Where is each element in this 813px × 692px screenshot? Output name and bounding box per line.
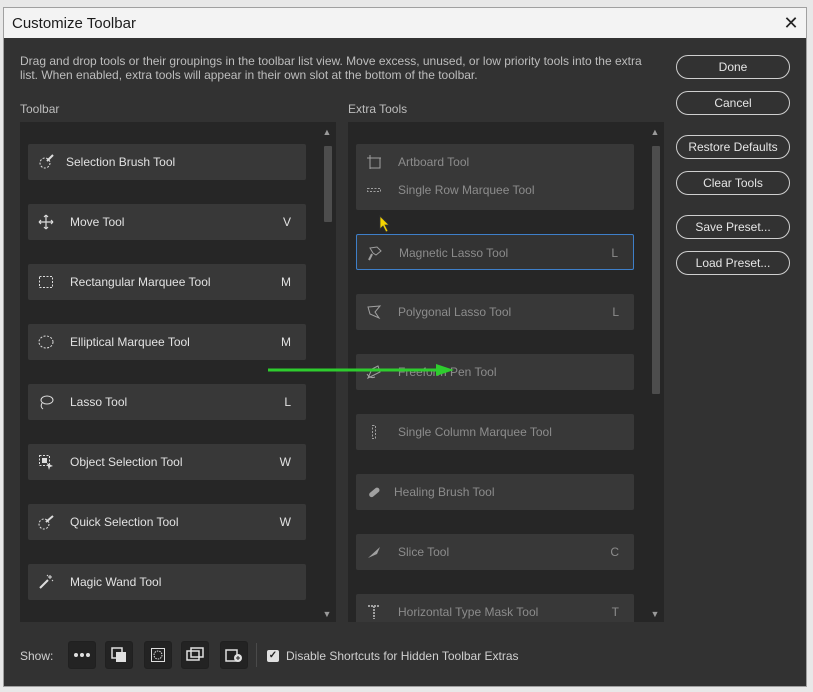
disable-shortcuts-label: Disable Shortcuts for Hidden Toolbar Ext… bbox=[286, 649, 519, 663]
healing-brush-icon bbox=[366, 484, 382, 500]
tool-label: Artboard Tool bbox=[398, 155, 470, 169]
shortcut-key: L bbox=[611, 246, 618, 260]
magnetic-lasso-icon bbox=[367, 245, 383, 261]
object-selection-icon bbox=[38, 454, 54, 470]
tool-label: Rectangular Marquee Tool bbox=[70, 275, 211, 289]
foreground-background-icon[interactable] bbox=[105, 641, 133, 669]
tool-label: Object Selection Tool bbox=[70, 455, 183, 469]
toolbar-item-move[interactable]: Move Tool V bbox=[28, 204, 306, 240]
extra-tools-heading: Extra Tools bbox=[348, 102, 408, 116]
artboard-icon bbox=[366, 154, 382, 170]
scroll-thumb[interactable] bbox=[652, 146, 660, 394]
lasso-icon bbox=[38, 394, 54, 410]
selection-brush-icon bbox=[38, 154, 54, 170]
extra-tool-group[interactable]: Artboard Tool Single Row Marquee Tool bbox=[356, 144, 634, 210]
toolbar-item-quick-selection[interactable]: Quick Selection Tool W bbox=[28, 504, 306, 540]
extra-list-scrollbar[interactable]: ▲ ▼ bbox=[649, 124, 661, 620]
extra-tool-slice[interactable]: Slice Tool C bbox=[356, 534, 634, 570]
tool-label: Elliptical Marquee Tool bbox=[70, 335, 190, 349]
extra-tool-horizontal-type-mask[interactable]: Horizontal Type Mask Tool T bbox=[356, 594, 634, 622]
mouse-cursor-icon bbox=[379, 215, 390, 233]
customize-toolbar-dialog: Customize Toolbar ✕ Drag and drop tools … bbox=[3, 7, 807, 687]
toolbar-item-magic-wand[interactable]: Magic Wand Tool bbox=[28, 564, 306, 600]
disable-shortcuts-checkbox[interactable]: ✓ bbox=[267, 650, 279, 662]
shortcut-key: M bbox=[281, 275, 291, 289]
tool-label: Quick Selection Tool bbox=[70, 515, 179, 529]
tool-label: Healing Brush Tool bbox=[394, 485, 495, 499]
tool-label: Magic Wand Tool bbox=[70, 575, 162, 589]
load-preset-button[interactable]: Load Preset... bbox=[676, 251, 790, 275]
edit-toolbar-icon[interactable] bbox=[220, 641, 248, 669]
restore-defaults-button[interactable]: Restore Defaults bbox=[676, 135, 790, 159]
shortcut-key: V bbox=[282, 215, 291, 229]
shortcut-key: T bbox=[611, 605, 619, 619]
extra-tools-icon[interactable] bbox=[68, 641, 96, 669]
extra-tool-magnetic-lasso[interactable]: Magnetic Lasso Tool L bbox=[356, 234, 634, 270]
quick-mask-icon[interactable] bbox=[144, 641, 172, 669]
scroll-up-icon[interactable]: ▲ bbox=[649, 126, 661, 138]
extra-tool-healing-brush[interactable]: Healing Brush Tool bbox=[356, 474, 634, 510]
done-button[interactable]: Done bbox=[676, 55, 790, 79]
horizontal-type-mask-icon bbox=[366, 604, 382, 620]
toolbar-item-elliptical-marquee[interactable]: Elliptical Marquee Tool M bbox=[28, 324, 306, 360]
extra-tool-polygonal-lasso[interactable]: Polygonal Lasso Tool L bbox=[356, 294, 634, 330]
scroll-down-icon[interactable]: ▼ bbox=[649, 608, 661, 620]
tool-label: Selection Brush Tool bbox=[66, 155, 176, 169]
save-preset-button[interactable]: Save Preset... bbox=[676, 215, 790, 239]
clear-tools-button[interactable]: Clear Tools bbox=[676, 171, 790, 195]
cancel-button[interactable]: Cancel bbox=[676, 91, 790, 115]
tool-label: Single Column Marquee Tool bbox=[398, 425, 552, 439]
single-row-marquee-icon bbox=[366, 182, 382, 198]
toolbar-item-rectangular-marquee[interactable]: Rectangular Marquee Tool M bbox=[28, 264, 306, 300]
scroll-thumb[interactable] bbox=[324, 146, 332, 222]
magic-wand-icon bbox=[38, 574, 54, 590]
shortcut-key: C bbox=[610, 545, 619, 559]
single-column-marquee-icon bbox=[366, 424, 382, 440]
shortcut-key: M bbox=[281, 335, 291, 349]
close-icon[interactable]: ✕ bbox=[776, 8, 806, 38]
scroll-up-icon[interactable]: ▲ bbox=[321, 126, 333, 138]
show-label: Show: bbox=[20, 649, 54, 663]
shortcut-key: L bbox=[612, 305, 619, 319]
tool-label: Lasso Tool bbox=[70, 395, 128, 409]
title-bar: Customize Toolbar ✕ bbox=[4, 8, 806, 38]
footer-divider bbox=[256, 643, 257, 667]
toolbar-heading: Toolbar bbox=[20, 102, 60, 116]
screen-mode-icon[interactable] bbox=[181, 641, 209, 669]
toolbar-item-selection-brush[interactable]: Selection Brush Tool bbox=[28, 144, 306, 180]
tool-label: Magnetic Lasso Tool bbox=[399, 246, 509, 260]
slice-icon bbox=[366, 544, 382, 560]
toolbar-item-lasso[interactable]: Lasso Tool L bbox=[28, 384, 306, 420]
shortcut-key: L bbox=[284, 395, 291, 409]
dialog-title: Customize Toolbar bbox=[12, 15, 136, 32]
move-icon bbox=[38, 214, 54, 230]
tool-label: Move Tool bbox=[70, 215, 125, 229]
elliptical-marquee-icon bbox=[38, 334, 54, 350]
tool-label: Polygonal Lasso Tool bbox=[398, 305, 512, 319]
toolbar-item-object-selection[interactable]: Object Selection Tool W bbox=[28, 444, 306, 480]
quick-selection-icon bbox=[38, 514, 54, 530]
shortcut-key: W bbox=[279, 455, 291, 469]
tool-label: Horizontal Type Mask Tool bbox=[398, 605, 539, 619]
dialog-description: Drag and drop tools or their groupings i… bbox=[20, 54, 642, 82]
tool-label: Slice Tool bbox=[398, 545, 450, 559]
scroll-down-icon[interactable]: ▼ bbox=[321, 608, 333, 620]
tool-label: Single Row Marquee Tool bbox=[398, 183, 535, 197]
polygonal-lasso-icon bbox=[366, 304, 382, 320]
extra-tool-single-column-marquee[interactable]: Single Column Marquee Tool bbox=[356, 414, 634, 450]
shortcut-key: W bbox=[279, 515, 291, 529]
rectangular-marquee-icon bbox=[38, 274, 54, 290]
drag-arrow-icon bbox=[268, 364, 454, 376]
